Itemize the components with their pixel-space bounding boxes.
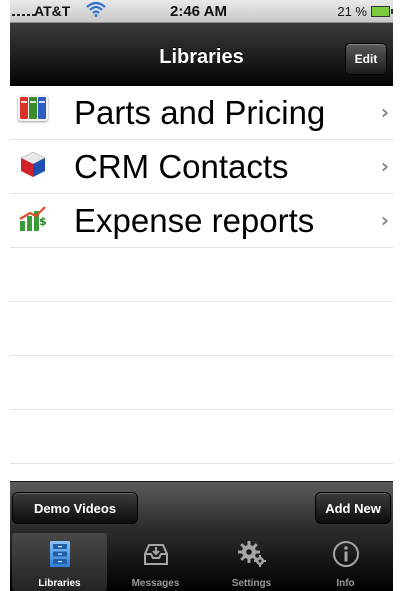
money-chart-icon: $ <box>18 203 48 233</box>
tab-libraries[interactable]: Libraries <box>12 533 107 591</box>
cabinet-icon <box>12 539 107 569</box>
inbox-icon <box>108 539 203 569</box>
navigation-bar: Libraries Edit <box>10 23 393 86</box>
chevron-right-icon: › <box>380 154 389 178</box>
chevron-right-icon: › <box>380 100 389 124</box>
info-icon <box>298 539 393 569</box>
empty-row <box>10 248 393 302</box>
library-label: Parts and Pricing <box>74 94 326 131</box>
cube-icon <box>18 149 48 179</box>
add-new-button[interactable]: Add New <box>315 492 391 524</box>
page-title: Libraries <box>159 46 244 68</box>
library-list: Parts and Pricing › CRM Contacts › $ Exp… <box>10 86 393 480</box>
tab-label: Settings <box>231 578 272 589</box>
library-row-parts-and-pricing[interactable]: Parts and Pricing › <box>10 86 393 140</box>
demo-videos-button[interactable]: Demo Videos <box>12 492 138 524</box>
tab-settings[interactable]: Settings <box>204 533 299 591</box>
tab-messages[interactable]: Messages <box>108 533 203 591</box>
wifi-icon <box>86 1 106 21</box>
signal-strength-icon <box>12 4 35 16</box>
edit-button[interactable]: Edit <box>345 43 387 75</box>
gear-icon <box>204 539 299 569</box>
library-label: Expense reports <box>74 202 315 239</box>
tab-label: Libraries <box>38 578 81 589</box>
phone-screen: AT&T 2:46 AM 21 % Libraries Edit Parts a… <box>10 0 393 591</box>
empty-row <box>10 302 393 356</box>
battery-percentage: 21 % <box>337 4 367 19</box>
tab-info[interactable]: Info <box>298 533 393 591</box>
carrier-name: AT&T <box>34 3 71 19</box>
status-bar: AT&T 2:46 AM 21 % <box>10 0 393 23</box>
empty-row <box>10 410 393 464</box>
chevron-right-icon: › <box>380 208 389 232</box>
svg-text:$: $ <box>39 215 47 228</box>
library-row-crm-contacts[interactable]: CRM Contacts › <box>10 140 393 194</box>
tab-label: Info <box>336 578 355 589</box>
library-label: CRM Contacts <box>74 148 289 185</box>
clock: 2:46 AM <box>170 3 227 20</box>
empty-row <box>10 356 393 410</box>
binders-icon <box>18 95 48 125</box>
library-row-expense-reports[interactable]: $ Expense reports › <box>10 194 393 248</box>
tab-label: Messages <box>131 578 180 589</box>
battery-icon <box>371 6 393 17</box>
tab-bar: Libraries Messages Settings Info <box>10 533 393 591</box>
bottom-toolbar: Demo Videos Add New <box>10 481 393 534</box>
